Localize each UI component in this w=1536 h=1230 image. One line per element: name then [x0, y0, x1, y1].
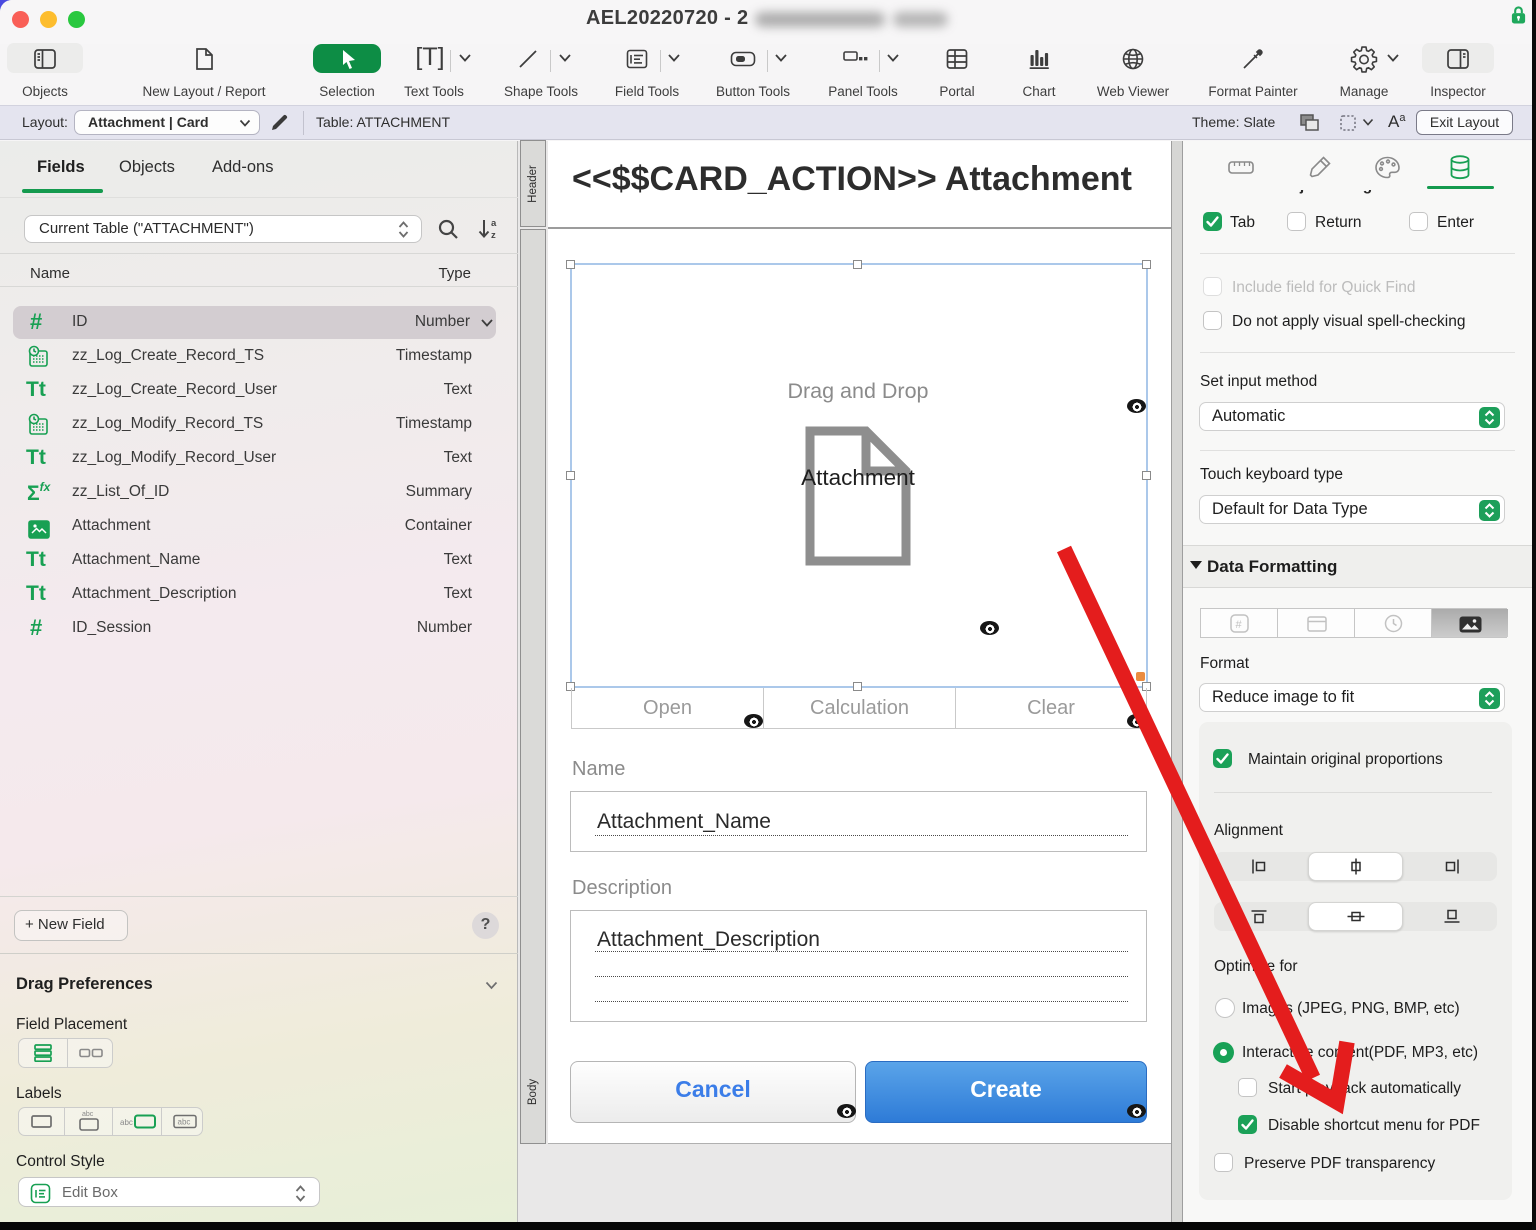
svg-text:#: #: [1236, 619, 1243, 631]
svg-text:abc: abc: [82, 1111, 94, 1118]
svg-text:abc: abc: [178, 1118, 191, 1127]
svg-text:a: a: [491, 218, 497, 229]
svg-text:z: z: [491, 230, 496, 241]
svg-text:abc: abc: [120, 1118, 133, 1127]
